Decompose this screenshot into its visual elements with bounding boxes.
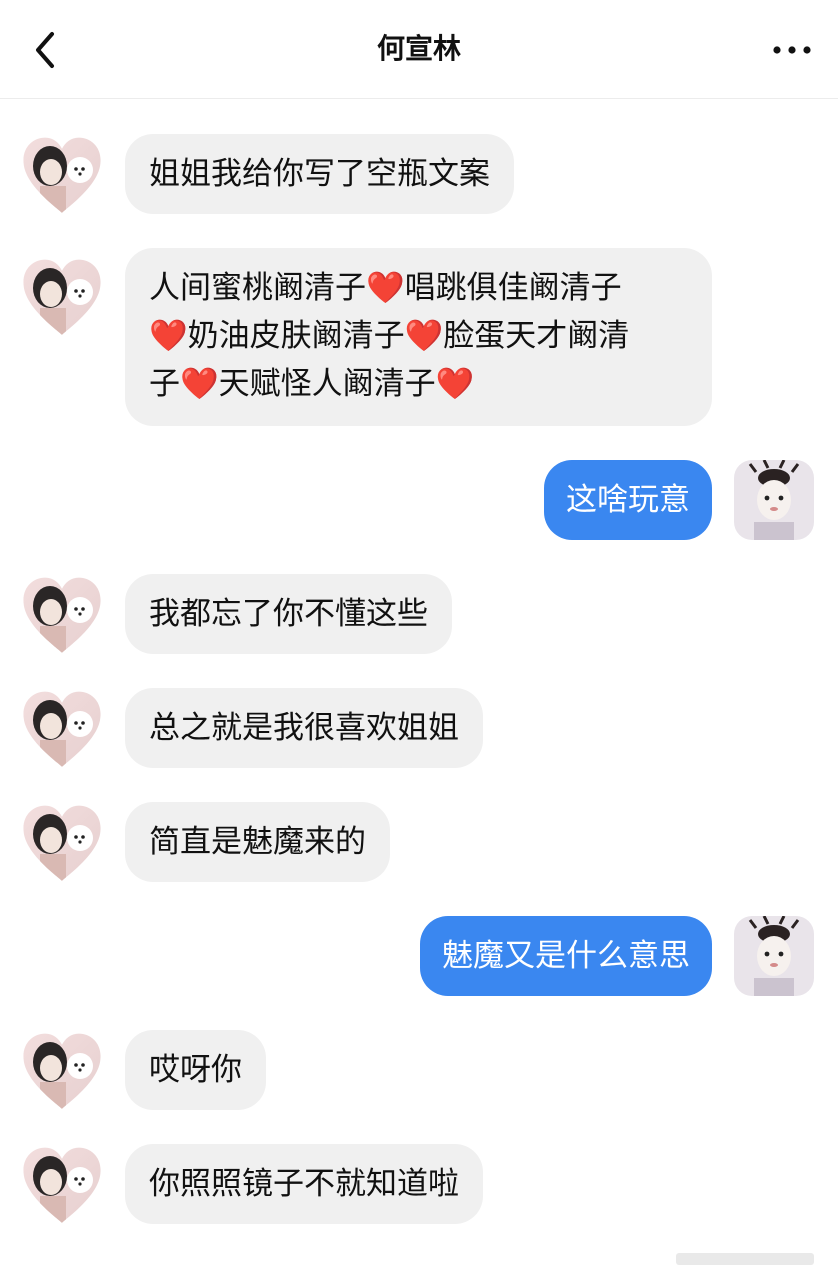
more-button[interactable] <box>766 24 818 76</box>
contact-avatar[interactable] <box>22 576 102 656</box>
chevron-left-icon <box>36 32 54 68</box>
contact-avatar[interactable] <box>22 690 102 770</box>
message-bubble-incoming[interactable]: 姐姐我给你写了空瓶文案 <box>125 134 514 214</box>
message-line: 子❤️天赋怪人阚清子❤️ <box>149 366 475 402</box>
chat-title: 何宣林 <box>376 32 461 65</box>
message-bubble-incoming[interactable]: 哎呀你 <box>125 1030 266 1110</box>
message-line: ❤️奶油皮肤阚清子❤️脸蛋天才阚清 <box>149 318 630 354</box>
more-dots-icon <box>773 46 811 54</box>
message-row: 姐姐我给你写了空瓶文案 <box>0 134 838 216</box>
watermark-logo <box>670 1244 820 1274</box>
message-row: 哎呀你 <box>0 1030 838 1112</box>
message-row: 人间蜜桃阚清子❤️唱跳俱佳阚清子 ❤️奶油皮肤阚清子❤️脸蛋天才阚清 子❤️天赋… <box>0 248 838 428</box>
contact-avatar[interactable] <box>22 1032 102 1112</box>
message-bubble-incoming[interactable]: 简直是魅魔来的 <box>125 802 390 882</box>
message-row: 总之就是我很喜欢姐姐 <box>0 688 838 770</box>
contact-avatar[interactable] <box>22 258 102 338</box>
message-bubble-outgoing[interactable]: 这啥玩意 <box>544 460 712 540</box>
message-line: 人间蜜桃阚清子❤️唱跳俱佳阚清子 <box>149 270 622 306</box>
message-row: 简直是魅魔来的 <box>0 802 838 884</box>
message-bubble-incoming[interactable]: 人间蜜桃阚清子❤️唱跳俱佳阚清子 ❤️奶油皮肤阚清子❤️脸蛋天才阚清 子❤️天赋… <box>125 248 712 426</box>
contact-avatar[interactable] <box>22 804 102 884</box>
message-row: 魅魔又是什么意思 <box>0 916 838 998</box>
message-row: 这啥玩意 <box>0 460 838 542</box>
user-avatar[interactable] <box>734 460 814 540</box>
contact-avatar[interactable] <box>22 1146 102 1226</box>
message-bubble-incoming[interactable]: 总之就是我很喜欢姐姐 <box>125 688 483 768</box>
message-row: 我都忘了你不懂这些 <box>0 574 838 656</box>
message-bubble-incoming[interactable]: 你照照镜子不就知道啦 <box>125 1144 483 1224</box>
back-button[interactable] <box>20 24 72 76</box>
user-avatar[interactable] <box>734 916 814 996</box>
chat-screen: 何宣林 姐姐我给你写了空瓶文案 人间蜜桃阚清子❤️唱跳俱佳阚清子 ❤️奶油皮肤阚… <box>0 0 838 1280</box>
message-bubble-outgoing[interactable]: 魅魔又是什么意思 <box>420 916 712 996</box>
nav-bar: 何宣林 <box>0 0 838 99</box>
message-row: 你照照镜子不就知道啦 <box>0 1144 838 1226</box>
message-bubble-incoming[interactable]: 我都忘了你不懂这些 <box>125 574 452 654</box>
contact-avatar[interactable] <box>22 136 102 216</box>
